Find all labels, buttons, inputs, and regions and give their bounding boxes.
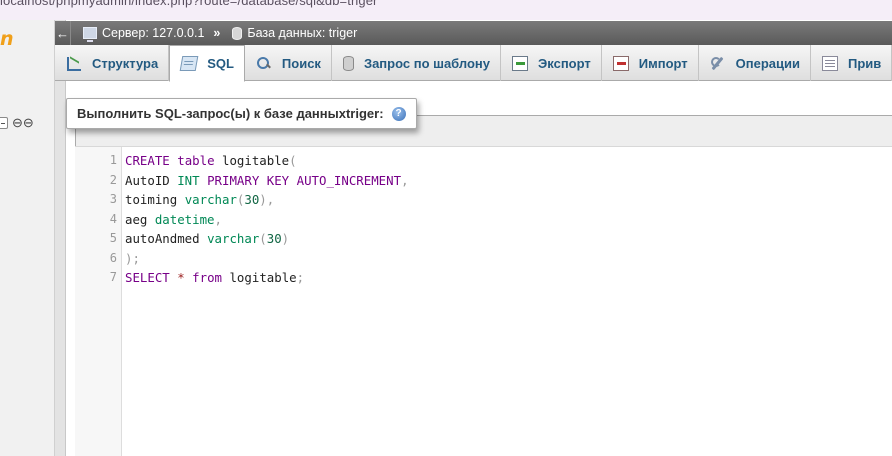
line-number: 1	[109, 153, 117, 167]
tab-structure[interactable]: Структура	[55, 45, 170, 81]
tab-structure-label: Структура	[92, 55, 159, 71]
breadcrumb-server-label: Сервер: 127.0.0.1	[102, 26, 205, 40]
tab-sql[interactable]: SQL	[169, 45, 245, 82]
code-line: autoAndmed varchar(30)	[125, 231, 290, 246]
tab-search-label: Поиск	[281, 55, 321, 71]
sql-icon	[179, 56, 199, 71]
line-number: 7	[109, 270, 117, 284]
collapse-all-icon[interactable]	[0, 117, 8, 129]
search-icon	[256, 56, 272, 71]
code-line: AutoID INT PRIMARY KEY AUTO_INCREMENT,	[125, 172, 409, 188]
server-icon	[83, 27, 97, 42]
url-text: localhost/phpmyadmin/index.php?route=/da…	[0, 0, 378, 8]
database-icon	[232, 26, 243, 40]
tab-operations[interactable]: Операции	[699, 45, 811, 81]
phpmyadmin-logo[interactable]: n	[0, 28, 14, 50]
breadcrumb: ← Сервер: 127.0.0.1 » База данных: trige…	[55, 21, 892, 45]
line-number: 6	[109, 250, 117, 265]
structure-icon	[66, 56, 82, 71]
sql-code-editor[interactable]: 1 2 3 4 5 6 7 CREATE table logitable( Au…	[75, 146, 892, 456]
sql-query-legend: Выполнить SQL-запрос(ы) к базе данных tr…	[66, 98, 417, 129]
operations-icon	[710, 56, 726, 71]
tab-export-label: Экспорт	[538, 55, 591, 71]
link-with-main-panel-icon[interactable]: ⊖⊖	[12, 115, 34, 131]
line-number-gutter: 1 2 3 4 5 6 7	[75, 147, 122, 456]
tab-sql-label: SQL	[207, 56, 234, 71]
code-area[interactable]: CREATE table logitable( AutoID INT PRIMA…	[122, 147, 892, 456]
tab-query-builder-label: Запрос по шаблону	[363, 55, 491, 71]
code-line: CREATE table logitable(	[125, 153, 297, 168]
breadcrumb-separator: »	[213, 26, 221, 40]
legend-suffix: :	[379, 106, 384, 121]
code-line: aeg datetime,	[125, 211, 222, 227]
breadcrumb-database[interactable]: База данных: triger	[232, 26, 357, 40]
line-number: 2	[109, 172, 117, 187]
tab-query-builder[interactable]: Запрос по шаблону	[332, 45, 502, 81]
main-tabs: Структура SQL Поиск Запрос по шаблону Эк…	[55, 45, 892, 82]
code-line: SELECT * from logitable;	[125, 270, 305, 285]
tab-privileges[interactable]: Прив	[811, 45, 892, 81]
line-number: 5	[109, 231, 117, 245]
tab-search[interactable]: Поиск	[245, 45, 332, 81]
legend-prefix: Выполнить SQL-запрос(ы) к базе данных	[77, 106, 346, 121]
export-icon	[512, 55, 529, 71]
tab-privileges-label: Прив	[848, 55, 882, 71]
main-content: Выполнить SQL-запрос(ы) к базе данных tr…	[66, 82, 892, 456]
tab-import-label: Импорт	[638, 55, 688, 71]
privileges-icon	[822, 55, 838, 71]
tab-import[interactable]: Импорт	[602, 45, 699, 81]
line-number: 3	[109, 192, 117, 206]
help-icon[interactable]: ?	[391, 106, 406, 121]
code-line: toiming varchar(30),	[125, 192, 275, 207]
code-line: );	[125, 250, 140, 266]
panel-splitter[interactable]	[55, 20, 66, 456]
legend-database-name: triger	[345, 106, 380, 121]
tab-export[interactable]: Экспорт	[501, 45, 602, 81]
browser-address-bar[interactable]: localhost/phpmyadmin/index.php?route=/da…	[0, 0, 892, 20]
import-icon	[612, 55, 629, 71]
navigation-panel: n ⊖⊖	[0, 20, 55, 456]
query-builder-icon	[342, 55, 354, 71]
tab-operations-label: Операции	[735, 55, 800, 71]
breadcrumb-database-label: База данных: triger	[247, 26, 358, 40]
line-number: 4	[109, 211, 117, 226]
back-arrow-icon[interactable]: ←	[55, 21, 71, 45]
breadcrumb-server[interactable]: Сервер: 127.0.0.1	[83, 26, 205, 42]
